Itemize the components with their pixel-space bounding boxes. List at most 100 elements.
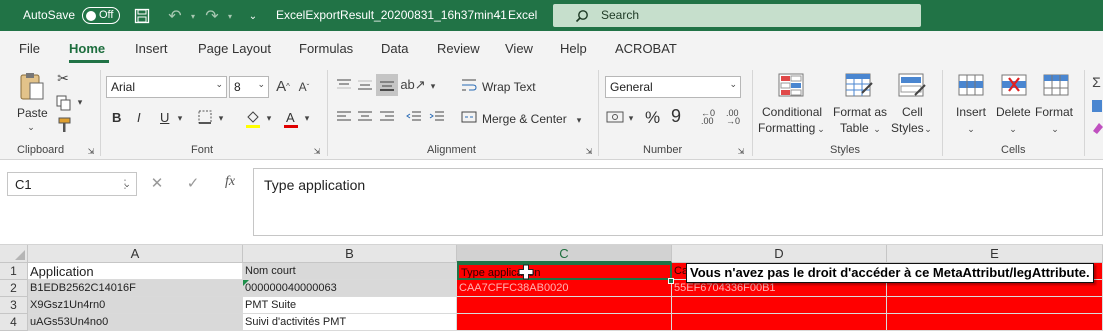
bottom-align-icon[interactable] xyxy=(376,74,398,96)
fill-icon[interactable] xyxy=(1090,98,1103,114)
clear-icon[interactable] xyxy=(1090,120,1103,136)
increase-decimal-icon[interactable]: ←0.00 xyxy=(697,108,719,126)
select-all-corner[interactable] xyxy=(0,245,28,263)
fill-color-icon[interactable] xyxy=(244,108,262,130)
formula-input[interactable]: Type application xyxy=(253,168,1103,236)
decrease-decimal-icon[interactable]: .00 →0 xyxy=(722,108,744,126)
wrap-text-icon[interactable] xyxy=(460,76,478,94)
font-launcher-icon[interactable]: ⇲ xyxy=(312,146,322,156)
cell-a4[interactable]: uAGs53Un4no0 xyxy=(28,314,243,331)
conditional-dropdown-icon[interactable]: ⌄ xyxy=(816,124,826,134)
merge-center-button[interactable]: Merge & Center xyxy=(482,112,567,126)
tab-acrobat[interactable]: ACROBAT xyxy=(615,41,677,56)
format-as-table-icon[interactable] xyxy=(843,70,875,102)
tab-file[interactable]: File xyxy=(19,41,40,56)
delete-cells-icon[interactable] xyxy=(998,70,1030,102)
wrap-text-button[interactable]: Wrap Text xyxy=(482,80,536,94)
cell-c4[interactable] xyxy=(457,314,672,331)
cell-b1[interactable]: Nom court xyxy=(243,263,457,280)
align-left-icon[interactable] xyxy=(335,108,353,126)
merge-center-icon[interactable] xyxy=(460,108,478,126)
row-header[interactable]: 3 xyxy=(0,297,28,314)
decrease-indent-icon[interactable] xyxy=(405,108,423,126)
decrease-font-size-icon[interactable]: Aˇ xyxy=(296,78,312,96)
underline-button[interactable]: U xyxy=(160,110,169,125)
tab-help[interactable]: Help xyxy=(560,41,587,56)
font-name-dropdown[interactable]: Arial ⌄ xyxy=(106,76,227,98)
cell-e3[interactable] xyxy=(887,297,1103,314)
row-header[interactable]: 4 xyxy=(0,314,28,331)
format-as-table-dropdown-icon[interactable]: ⌄ xyxy=(872,124,882,134)
conditional-formatting-icon[interactable] xyxy=(776,70,808,102)
increase-font-size-icon[interactable]: A ^ xyxy=(274,76,292,96)
name-box[interactable]: C1 ⌄ xyxy=(7,172,137,196)
align-right-icon[interactable] xyxy=(378,108,396,126)
format-painter-icon[interactable] xyxy=(55,116,73,134)
customize-qat-icon[interactable]: ⌄ xyxy=(247,9,259,23)
format-dropdown-icon[interactable]: ⌄ xyxy=(1050,124,1060,134)
italic-button[interactable]: I xyxy=(137,110,141,125)
format-cells-button[interactable]: Format xyxy=(1035,105,1073,119)
orientation-icon[interactable]: ab↗ xyxy=(400,76,425,94)
cell-b3[interactable]: PMT Suite xyxy=(243,297,457,314)
underline-dropdown-icon[interactable]: ▾ xyxy=(175,112,185,124)
clipboard-launcher-icon[interactable]: ⇲ xyxy=(86,146,96,156)
font-color-dropdown-icon[interactable]: ▾ xyxy=(302,112,312,124)
enter-icon[interactable]: ✓ xyxy=(184,174,202,192)
align-center-icon[interactable] xyxy=(356,108,374,126)
cell-a3[interactable]: X9Gsz1Un4rn0 xyxy=(28,297,243,314)
insert-function-icon[interactable]: fx xyxy=(221,173,239,191)
tab-home[interactable]: Home xyxy=(69,41,105,56)
comma-style-button[interactable]: 9 xyxy=(671,106,681,127)
paste-dropdown-icon[interactable]: ⌄ xyxy=(24,122,38,132)
top-align-icon[interactable] xyxy=(335,76,353,94)
tab-data[interactable]: Data xyxy=(381,41,408,56)
redo-icon[interactable]: ↷ xyxy=(200,6,224,26)
fill-handle[interactable] xyxy=(668,278,674,284)
delete-dropdown-icon[interactable]: ⌄ xyxy=(1008,124,1018,134)
borders-dropdown-icon[interactable]: ▾ xyxy=(216,112,226,124)
conditional-formatting-label-2[interactable]: Formatting xyxy=(758,121,815,135)
column-header-a[interactable]: A xyxy=(28,245,243,263)
cell-styles-label-1[interactable]: Cell xyxy=(902,105,923,119)
column-header-c[interactable]: C xyxy=(457,245,672,263)
font-size-dropdown[interactable]: 8 ⌄ xyxy=(229,76,269,98)
accounting-format-icon[interactable] xyxy=(606,108,624,126)
cell-styles-icon[interactable] xyxy=(896,70,928,102)
copy-icon[interactable] xyxy=(55,94,73,112)
column-header-d[interactable]: D xyxy=(672,245,887,263)
insert-cells-icon[interactable] xyxy=(955,70,987,102)
column-header-b[interactable]: B xyxy=(243,245,457,263)
row-header[interactable]: 2 xyxy=(0,280,28,297)
insert-dropdown-icon[interactable]: ⌄ xyxy=(966,124,976,134)
percent-style-button[interactable]: % xyxy=(645,108,660,128)
cell-styles-label-2[interactable]: Styles xyxy=(891,121,924,135)
cell-d3[interactable] xyxy=(672,297,887,314)
search-box[interactable]: Search xyxy=(553,4,921,27)
middle-align-icon[interactable] xyxy=(356,76,374,94)
cell-c3[interactable] xyxy=(457,297,672,314)
alignment-launcher-icon[interactable]: ⇲ xyxy=(584,146,594,156)
number-format-dropdown[interactable]: General ⌄ xyxy=(605,76,741,98)
save-icon[interactable] xyxy=(133,7,151,25)
paste-icon[interactable] xyxy=(17,70,47,104)
format-as-table-label-2[interactable]: Table xyxy=(840,121,869,135)
error-indicator-icon[interactable] xyxy=(243,280,249,286)
format-cells-icon[interactable] xyxy=(1040,70,1072,102)
merge-dropdown-icon[interactable]: ▾ xyxy=(574,114,584,126)
tab-insert[interactable]: Insert xyxy=(135,41,168,56)
cell-a2[interactable]: B1EDB2562C14016F xyxy=(28,280,243,297)
cell-c2[interactable]: CAA7CFFC38AB0020 xyxy=(457,280,672,297)
cell-styles-dropdown-icon[interactable]: ⌄ xyxy=(923,124,933,134)
copy-dropdown-icon[interactable]: ▾ xyxy=(75,96,85,108)
insert-cells-button[interactable]: Insert xyxy=(956,105,986,119)
undo-dropdown-icon[interactable]: ▾ xyxy=(188,9,198,23)
autosave-toggle[interactable]: Off xyxy=(82,7,120,24)
cell-d4[interactable] xyxy=(672,314,887,331)
tab-review[interactable]: Review xyxy=(437,41,480,56)
cell-a1[interactable]: Application xyxy=(28,263,243,280)
borders-icon[interactable] xyxy=(196,108,214,126)
orientation-dropdown-icon[interactable]: ▾ xyxy=(428,80,438,92)
cell-b4[interactable]: Suivi d'activités PMT xyxy=(243,314,457,331)
tab-formulas[interactable]: Formulas xyxy=(299,41,353,56)
